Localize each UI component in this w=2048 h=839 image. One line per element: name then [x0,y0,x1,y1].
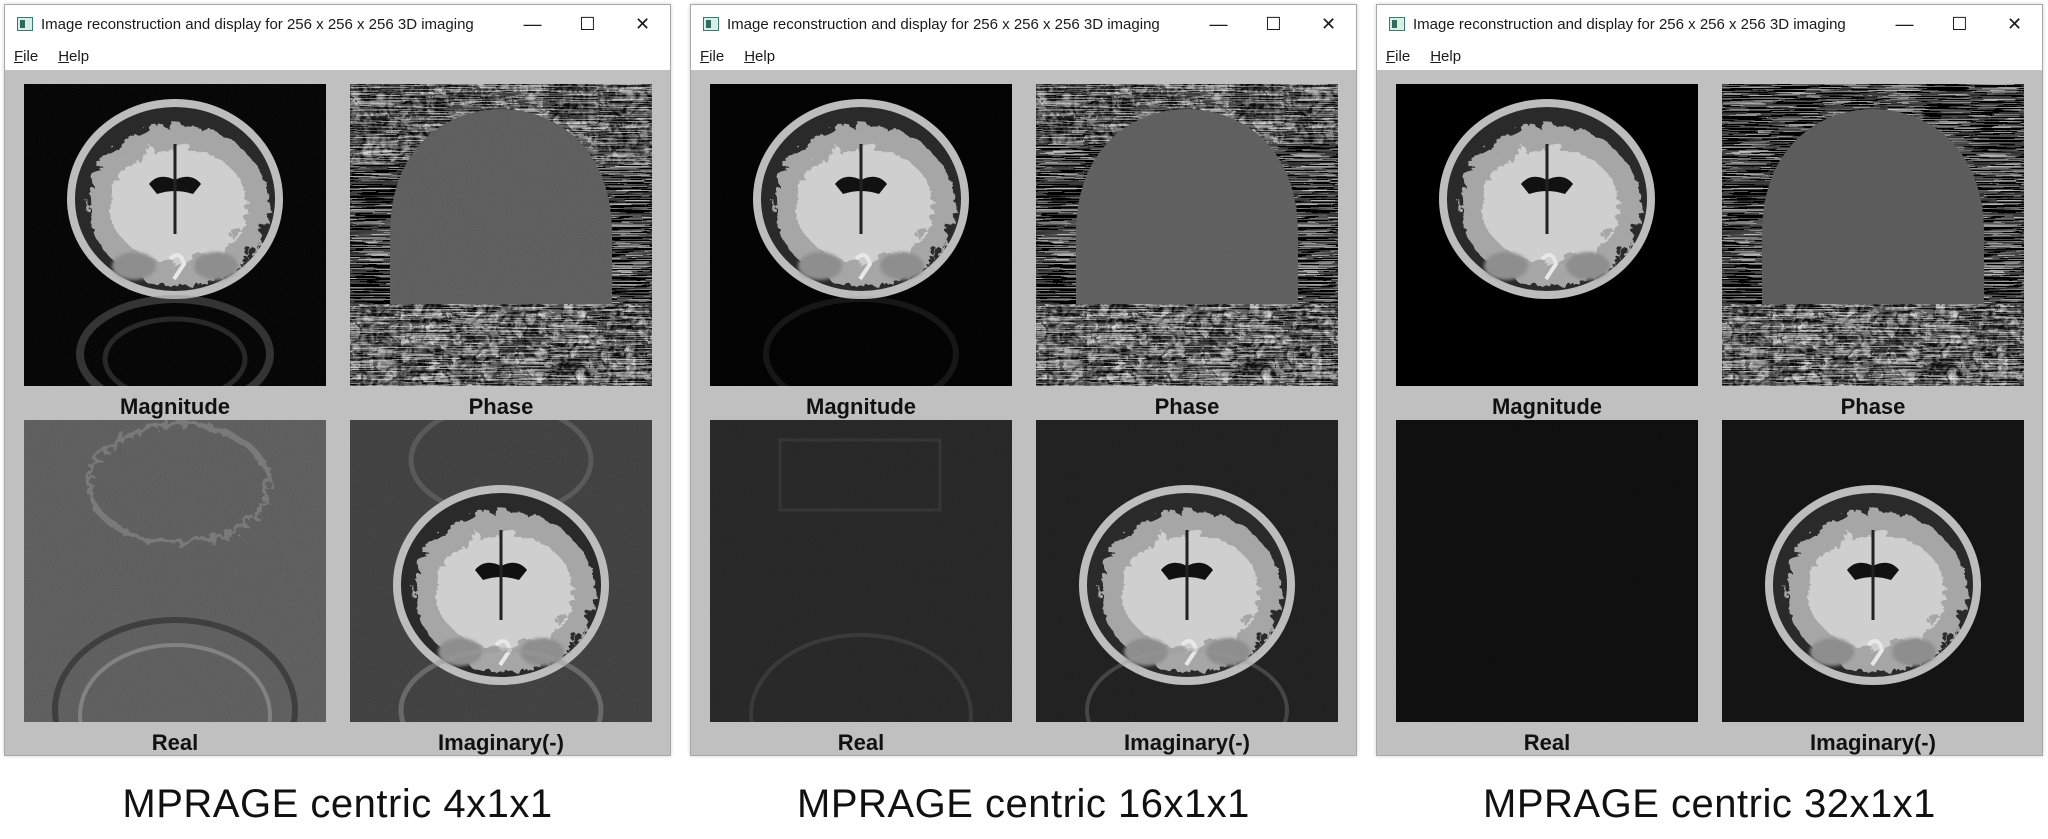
panel-label-phase: Phase [1154,394,1220,419]
panel-label-real: Real [1523,730,1571,755]
real-image [710,420,1012,722]
real-image [24,420,326,722]
title-bar[interactable]: Image reconstruction and display for 256… [1377,5,2042,43]
menu-help[interactable]: Help [1420,48,1471,65]
magnitude-image [710,84,1012,386]
caption-3: MPRAGE centric 32x1x1 [1483,782,1936,826]
maximize-icon[interactable]: ☐ [1932,5,1987,43]
close-icon[interactable]: ✕ [1987,5,2042,43]
imaginary-image [1036,420,1338,722]
imaginary-image [1722,420,2024,722]
panel-label-imaginary: Imaginary(-) [438,730,564,755]
minimize-icon[interactable]: — [1191,5,1246,43]
magnitude-image [24,84,326,386]
phase-image [1722,84,2024,386]
phase-image [350,84,652,386]
close-icon[interactable]: ✕ [615,5,670,43]
menu-file[interactable]: File [691,48,734,65]
minimize-icon[interactable]: — [505,5,560,43]
panel-label-phase: Phase [1840,394,1906,419]
caption-1: MPRAGE centric 4x1x1 [122,782,553,826]
panel-label-real: Real [151,730,199,755]
menu-bar: File Help [5,43,670,70]
phase-image [1036,84,1338,386]
panel-label-magnitude: Magnitude [806,394,916,419]
window-title: Image reconstruction and display for 256… [727,15,1160,33]
panel-label-magnitude: Magnitude [1492,394,1602,419]
imaginary-image [350,420,652,722]
caption-2: MPRAGE centric 16x1x1 [797,782,1250,826]
menu-file[interactable]: File [1377,48,1420,65]
menu-file[interactable]: File [5,48,48,65]
app-window-3: Image reconstruction and display for 256… [1376,4,2043,756]
minimize-icon[interactable]: — [1877,5,1932,43]
app-window-1: Image reconstruction and display for 256… [4,4,671,756]
maximize-icon[interactable]: ☐ [1246,5,1301,43]
menu-bar: File Help [1377,43,2042,70]
app-icon [1389,17,1405,31]
window-title: Image reconstruction and display for 256… [41,15,474,33]
magnitude-image [1396,84,1698,386]
app-icon [17,17,33,31]
real-image [1396,420,1698,722]
panel-label-imaginary: Imaginary(-) [1124,730,1250,755]
menu-bar: File Help [691,43,1356,70]
close-icon[interactable]: ✕ [1301,5,1356,43]
title-bar[interactable]: Image reconstruction and display for 256… [691,5,1356,43]
maximize-icon[interactable]: ☐ [560,5,615,43]
panel-label-phase: Phase [468,394,534,419]
menu-help[interactable]: Help [734,48,785,65]
panel-label-imaginary: Imaginary(-) [1810,730,1936,755]
menu-help[interactable]: Help [48,48,99,65]
app-icon [703,17,719,31]
panel-label-real: Real [837,730,885,755]
window-title: Image reconstruction and display for 256… [1413,15,1846,33]
title-bar[interactable]: Image reconstruction and display for 256… [5,5,670,43]
panel-label-magnitude: Magnitude [120,394,230,419]
app-window-2: Image reconstruction and display for 256… [690,4,1357,756]
